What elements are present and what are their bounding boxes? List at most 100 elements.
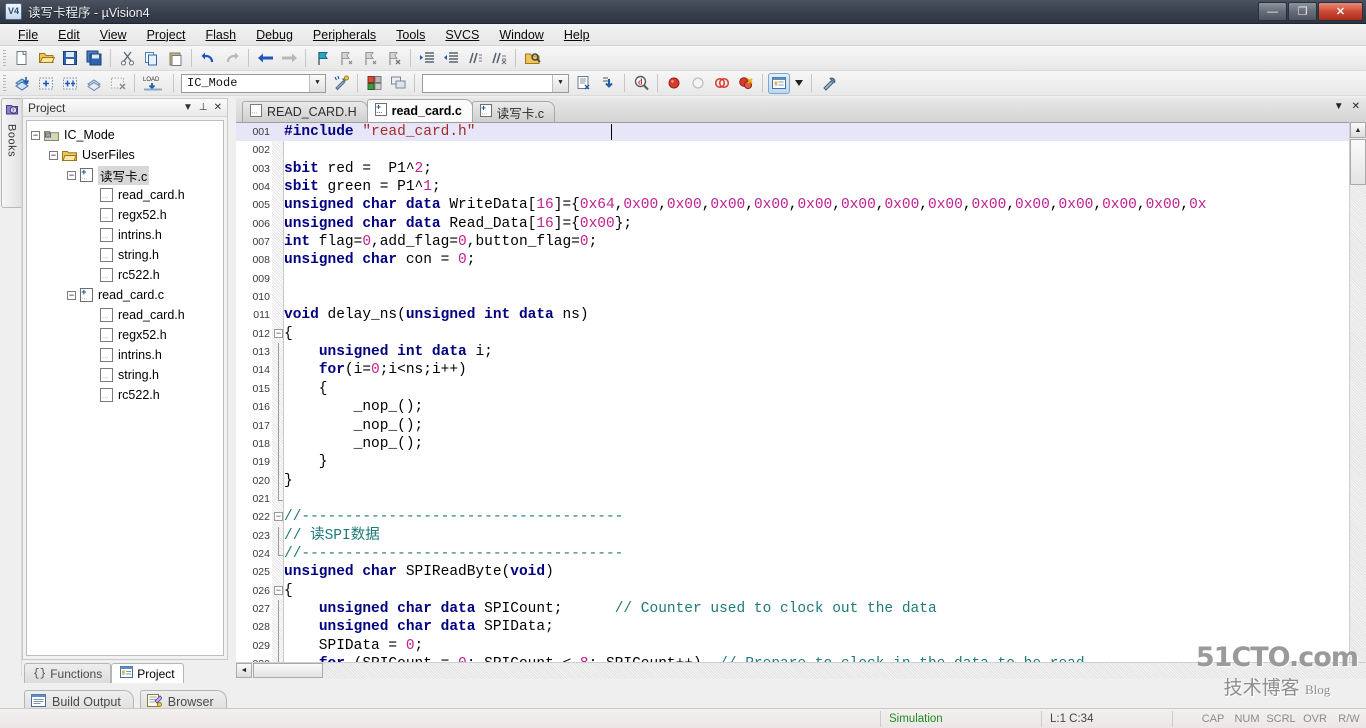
copy-icon[interactable] bbox=[140, 48, 162, 69]
save-icon[interactable] bbox=[59, 48, 81, 69]
undo-icon[interactable] bbox=[197, 48, 219, 69]
fold-toggle-icon[interactable]: − bbox=[274, 328, 283, 338]
tree-item-intrins.h[interactable]: ··· intrins.h bbox=[31, 225, 223, 245]
tree-item-string.h[interactable]: ··· string.h bbox=[31, 245, 223, 265]
download-icon[interactable]: LOAD bbox=[140, 73, 168, 94]
rebuild-all-icon[interactable] bbox=[59, 73, 81, 94]
tab-project[interactable]: Project bbox=[111, 663, 184, 683]
code-line[interactable]: 009 bbox=[236, 270, 1366, 288]
uncomment-icon[interactable] bbox=[488, 48, 510, 69]
code-line[interactable]: 025 unsigned char SPIReadByte(void) bbox=[236, 563, 1366, 581]
insert-breakpoint-icon[interactable] bbox=[663, 73, 685, 94]
kill-breakpoint-icon[interactable] bbox=[687, 73, 709, 94]
vscroll-thumb[interactable] bbox=[1350, 139, 1366, 185]
code-line[interactable]: 008 unsigned char con = 0; bbox=[236, 251, 1366, 269]
manage-components-icon[interactable] bbox=[363, 73, 385, 94]
navigate-forward-icon[interactable] bbox=[278, 48, 300, 69]
bookmark-prev-icon[interactable] bbox=[335, 48, 357, 69]
bookmark-next-icon[interactable] bbox=[359, 48, 381, 69]
menu-debug[interactable]: Debug bbox=[246, 26, 303, 44]
project-window-icon[interactable] bbox=[768, 72, 790, 94]
menu-view[interactable]: View bbox=[90, 26, 137, 44]
find-in-files-icon[interactable] bbox=[521, 48, 543, 69]
code-line[interactable]: 023 // 读SPI数据 bbox=[236, 526, 1366, 546]
code-line[interactable]: 028 unsigned char data SPIData; bbox=[236, 618, 1366, 638]
save-all-icon[interactable] bbox=[83, 48, 105, 69]
code-line[interactable]: 005 unsigned char data WriteData[16]={0x6… bbox=[236, 196, 1366, 214]
open-file-icon[interactable] bbox=[35, 48, 57, 69]
hscroll-track[interactable] bbox=[323, 662, 1366, 679]
build-toolbar-grip[interactable] bbox=[3, 75, 6, 91]
code-line[interactable]: 012−{ bbox=[236, 325, 1366, 343]
chevron-down-icon[interactable]: ▼ bbox=[309, 74, 325, 92]
code-line[interactable]: 013 unsigned int data i; bbox=[236, 343, 1366, 363]
editor-vertical-scrollbar[interactable]: ▲ bbox=[1349, 122, 1366, 662]
hscroll-thumb[interactable] bbox=[253, 663, 323, 678]
indent-icon[interactable] bbox=[416, 48, 438, 69]
code-line[interactable]: 006 unsigned char data Read_Data[16]={0x0… bbox=[236, 215, 1366, 233]
code-line[interactable]: 015 { bbox=[236, 379, 1366, 399]
restore-button[interactable]: ❐ bbox=[1288, 2, 1317, 21]
fold-toggle-icon[interactable]: − bbox=[274, 512, 283, 522]
multi-project-icon[interactable] bbox=[387, 73, 409, 94]
code-line[interactable]: 007 int flag=0,add_flag=0,button_flag=0; bbox=[236, 233, 1366, 251]
menu-edit[interactable]: Edit bbox=[48, 26, 90, 44]
code-line[interactable]: 011 void delay_ns(unsigned int data ns) bbox=[236, 306, 1366, 324]
paste-icon[interactable] bbox=[164, 48, 186, 69]
file-selector[interactable]: ▼ bbox=[422, 73, 569, 93]
menu-flash[interactable]: Flash bbox=[195, 26, 246, 44]
tree-expander[interactable]: − bbox=[49, 150, 58, 160]
cut-icon[interactable] bbox=[116, 48, 138, 69]
tree-item-intrins.h[interactable]: ··· intrins.h bbox=[31, 345, 223, 365]
tab-functions[interactable]: {} Functions bbox=[24, 663, 112, 683]
tree-item-UserFiles[interactable]: − UserFiles bbox=[31, 145, 223, 165]
close-button[interactable]: ✕ bbox=[1318, 2, 1363, 21]
code-line[interactable]: 004 sbit green = P1^1; bbox=[236, 178, 1366, 196]
editor-tab-duxieka-c[interactable]: + ··· 读写卡.c bbox=[471, 101, 556, 122]
editor-tab-read-card-h[interactable]: ··· READ_CARD.H bbox=[242, 101, 368, 122]
bookmark-toggle-icon[interactable] bbox=[311, 48, 333, 69]
tree-item-read_card.c[interactable]: − + ··· read_card.c bbox=[31, 285, 223, 305]
new-file-icon[interactable] bbox=[11, 48, 33, 69]
bookmark-clear-icon[interactable] bbox=[383, 48, 405, 69]
code-line[interactable]: 010 bbox=[236, 288, 1366, 306]
toolbox-dropdown-icon[interactable] bbox=[792, 73, 806, 94]
code-line[interactable]: 014 for(i=0;i<ns;i++) bbox=[236, 361, 1366, 381]
find-icon[interactable]: d bbox=[630, 73, 652, 94]
code-line[interactable]: 003 sbit red = P1^2; bbox=[236, 160, 1366, 178]
tab-list-dropdown-icon[interactable]: ▼ bbox=[1334, 101, 1344, 112]
tree-item-regx52.h[interactable]: ··· regx52.h bbox=[31, 205, 223, 225]
menu-peripherals[interactable]: Peripherals bbox=[303, 26, 386, 44]
outdent-icon[interactable] bbox=[440, 48, 462, 69]
code-line[interactable]: 029 SPIData = 0; bbox=[236, 636, 1366, 656]
code-line[interactable]: 016 _nop_(); bbox=[236, 398, 1366, 418]
stop-build-icon[interactable] bbox=[107, 73, 129, 94]
project-tree[interactable]: − IC_Mode − UserFiles − + ··· 读写卡.c ··· read_card… bbox=[26, 120, 224, 656]
panel-menu-icon[interactable]: ▼ bbox=[183, 102, 193, 113]
navigate-back-icon[interactable] bbox=[254, 48, 276, 69]
menu-tools[interactable]: Tools bbox=[386, 26, 435, 44]
code-line[interactable]: 001 #include "read_card.h" bbox=[236, 123, 1366, 142]
source-browse-icon[interactable] bbox=[573, 73, 595, 94]
tab-close-icon[interactable]: ✕ bbox=[1352, 101, 1360, 112]
code-line[interactable]: 030 for (SPICount = 0; SPICount < 8; SPI… bbox=[236, 654, 1366, 662]
batch-build-icon[interactable] bbox=[83, 73, 105, 94]
hscroll-left-arrow[interactable]: ◄ bbox=[236, 663, 252, 678]
tree-item-read_card.h[interactable]: ··· read_card.h bbox=[31, 305, 223, 325]
chevron-down-icon[interactable]: ▼ bbox=[552, 74, 568, 92]
code-line[interactable]: 019 } bbox=[236, 453, 1366, 473]
tree-expander[interactable]: − bbox=[67, 290, 76, 300]
comment-icon[interactable] bbox=[464, 48, 486, 69]
tree-item-rc522.h[interactable]: ··· rc522.h bbox=[31, 265, 223, 285]
goto-definition-icon[interactable] bbox=[597, 73, 619, 94]
menu-file[interactable]: File bbox=[8, 26, 48, 44]
code-line[interactable]: 020} bbox=[236, 471, 1366, 491]
tree-expander[interactable]: − bbox=[31, 130, 40, 140]
kill-all-breakpoints-icon[interactable] bbox=[735, 73, 757, 94]
code-line[interactable]: 017 _nop_(); bbox=[236, 416, 1366, 436]
toolbar-grip[interactable] bbox=[3, 50, 6, 66]
tree-item-regx52.h[interactable]: ··· regx52.h bbox=[31, 325, 223, 345]
build-target-icon[interactable] bbox=[35, 73, 57, 94]
panel-close-icon[interactable]: ✕ bbox=[214, 102, 222, 113]
code-line[interactable]: 026−{ bbox=[236, 582, 1366, 600]
